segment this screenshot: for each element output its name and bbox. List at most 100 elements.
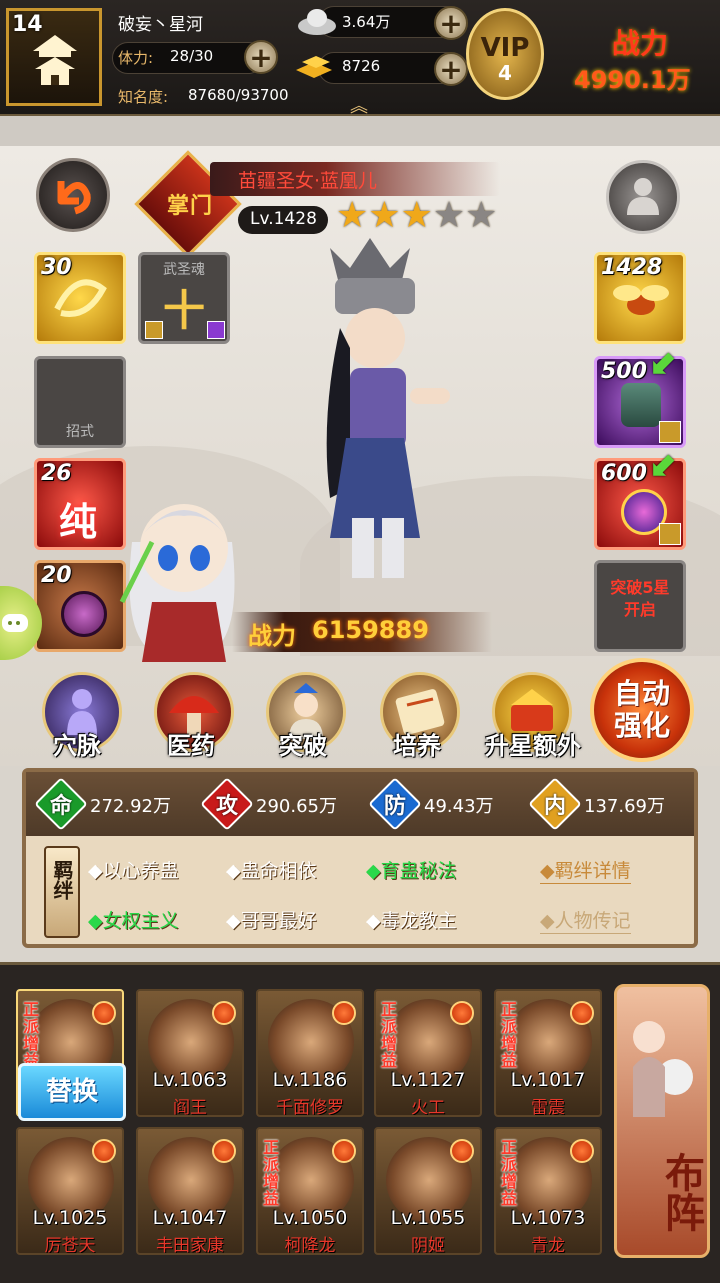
gold-gem-icon: [145, 321, 163, 339]
hero-level: Lv.1050: [272, 1207, 348, 1229]
hero-card[interactable]: 正派增益 Lv.1073 青龙: [494, 1127, 602, 1255]
formation-portraits-icon: [633, 1021, 693, 1117]
notification-dot-icon: [92, 1001, 116, 1025]
bond-detail-link[interactable]: ◆羁绊详情: [540, 856, 631, 884]
move-slot[interactable]: 招式: [34, 356, 126, 448]
star-filled-icon: ★: [368, 195, 401, 236]
menu-label: 医药: [167, 732, 215, 760]
hero-character-figure: [326, 238, 450, 578]
upgrade-arrow-icon: ⬋: [650, 444, 679, 484]
back-arrow-icon: [57, 181, 91, 215]
bond-item: ◆毒龙教主: [366, 910, 457, 932]
purple-gem-icon: [207, 321, 225, 339]
hero-level: Lv.1055: [390, 1207, 466, 1229]
attribute-row: 命 272.92万 攻 290.65万 防 49.43万 内 137.69万: [26, 772, 694, 836]
stat-char: 命: [49, 794, 72, 819]
martial-soul-label: 武圣魂: [163, 262, 205, 278]
statue-button[interactable]: [606, 160, 680, 234]
silver-ingot-icon: [298, 9, 336, 35]
vip-label: VIP: [480, 33, 530, 63]
hero-card[interactable]: Lv.1047 丰田家康: [136, 1127, 244, 1255]
bond-item: ◆蛊命相依: [226, 860, 317, 882]
notification-dot-icon: [450, 1139, 474, 1163]
hero-stars: ★★★★★: [336, 198, 497, 234]
slot-number: 20: [41, 563, 72, 588]
purple-orb-icon: [61, 591, 107, 637]
notification-dot-icon: [92, 1139, 116, 1163]
hero-level: Lv.1025: [32, 1207, 108, 1229]
hero-card[interactable]: Lv.1186 千面修罗: [256, 989, 364, 1117]
notification-dot-icon: [212, 1139, 236, 1163]
move-slot-label: 招式: [66, 424, 94, 440]
bond-tag: 羁绊: [44, 846, 80, 938]
formation-button[interactable]: 布阵: [614, 984, 710, 1258]
notification-dot-icon: [212, 1001, 236, 1025]
replace-label: 替换: [45, 1077, 98, 1107]
stat-char: 内: [543, 794, 566, 819]
add-stamina-button[interactable]: +: [244, 40, 278, 74]
hero-level: Lv.1127: [390, 1069, 466, 1091]
hero-name: 千面修罗: [276, 1098, 344, 1117]
hero-name: 丰田家康: [156, 1236, 224, 1255]
slot-number: 30: [41, 255, 72, 280]
stat-value: 290.65万: [256, 796, 337, 817]
stat-char: 攻: [215, 794, 238, 819]
buff-tag: 正派增益: [22, 1000, 39, 1070]
star-filled-icon: ★: [400, 195, 433, 236]
stamina-value: 28/30: [170, 47, 214, 65]
player-name: 破妄丶星河: [118, 15, 203, 35]
hero-card[interactable]: 正派增益 Lv.1017 雷震: [494, 989, 602, 1117]
menu-label: 培养: [393, 732, 441, 760]
star-filled-icon: ★: [336, 195, 369, 236]
gold-gem-icon: [659, 523, 681, 545]
top-bar: 14 破妄丶星河 体力: 28/30 + 知名度: 87680/93700 3.…: [0, 0, 720, 118]
hero-card[interactable]: 正派增益 Lv.1050 柯降龙: [256, 1127, 364, 1255]
jade-bracer-icon: [621, 383, 661, 427]
vip-badge[interactable]: VIP 4: [466, 8, 544, 100]
hero-name: 火工: [411, 1098, 445, 1117]
buff-tag: 正派增益: [262, 1138, 279, 1208]
total-power-label: 战力: [612, 27, 669, 60]
notification-dot-icon: [332, 1001, 356, 1025]
hero-power-label: 战力: [248, 622, 296, 650]
menu-label: 突破: [279, 732, 327, 760]
buff-tag: 正派增益: [500, 1138, 517, 1208]
menu-label: 升星额外: [485, 732, 581, 760]
auto-strengthen-button[interactable]: 自动强化: [590, 658, 694, 762]
locked-slot-text: 突破5星开启: [610, 578, 670, 619]
star-empty-icon: ★: [432, 195, 466, 236]
bond-item: ◆以心养蛊: [88, 860, 179, 882]
equip-slot-weapon[interactable]: 1428: [594, 252, 686, 344]
formation-label: 布阵: [658, 1152, 704, 1232]
replace-button[interactable]: 替换: [18, 1063, 126, 1121]
divider-band: [0, 116, 720, 147]
hero-card[interactable]: Lv.1063 阎王: [136, 989, 244, 1117]
locked-slot[interactable]: 突破5星开启: [594, 560, 686, 652]
martial-soul-slot[interactable]: 武圣魂 十: [138, 252, 230, 344]
hero-card[interactable]: Lv.1055 阴姬: [374, 1127, 482, 1255]
hero-card[interactable]: 正派增益 Lv.1127 火工: [374, 989, 482, 1117]
hero-level: Lv.1017: [510, 1069, 586, 1091]
hero-level: Lv.1186: [272, 1069, 348, 1091]
biography-link[interactable]: ◆人物传记: [540, 906, 631, 934]
notification-dot-icon: [332, 1139, 356, 1163]
hero-level: Lv.1428: [250, 209, 317, 229]
stat-char: 防: [383, 794, 406, 819]
back-button[interactable]: [36, 158, 110, 232]
player-level: 14: [12, 12, 43, 37]
expand-chevron-icon[interactable]: ︽: [350, 92, 368, 118]
chat-bubble-icon: [2, 614, 28, 632]
hero-power-value: 6159889: [312, 616, 429, 644]
auto-strengthen-label: 自动强化: [613, 677, 670, 742]
hero-card[interactable]: Lv.1025 厉苍天: [16, 1127, 124, 1255]
bond-item: ◆女权主义: [88, 910, 179, 932]
skill-slot-1[interactable]: 30: [34, 252, 126, 344]
stat-value: 137.69万: [584, 796, 665, 817]
add-gold-button[interactable]: +: [434, 52, 468, 86]
statue-icon: [627, 178, 659, 215]
silver-value: 3.64万: [342, 13, 391, 31]
add-silver-button[interactable]: +: [434, 6, 468, 40]
golden-bee-icon: [613, 285, 669, 315]
skill-glyph: 纯: [59, 500, 98, 544]
chibi-companion-figure: [119, 504, 235, 662]
